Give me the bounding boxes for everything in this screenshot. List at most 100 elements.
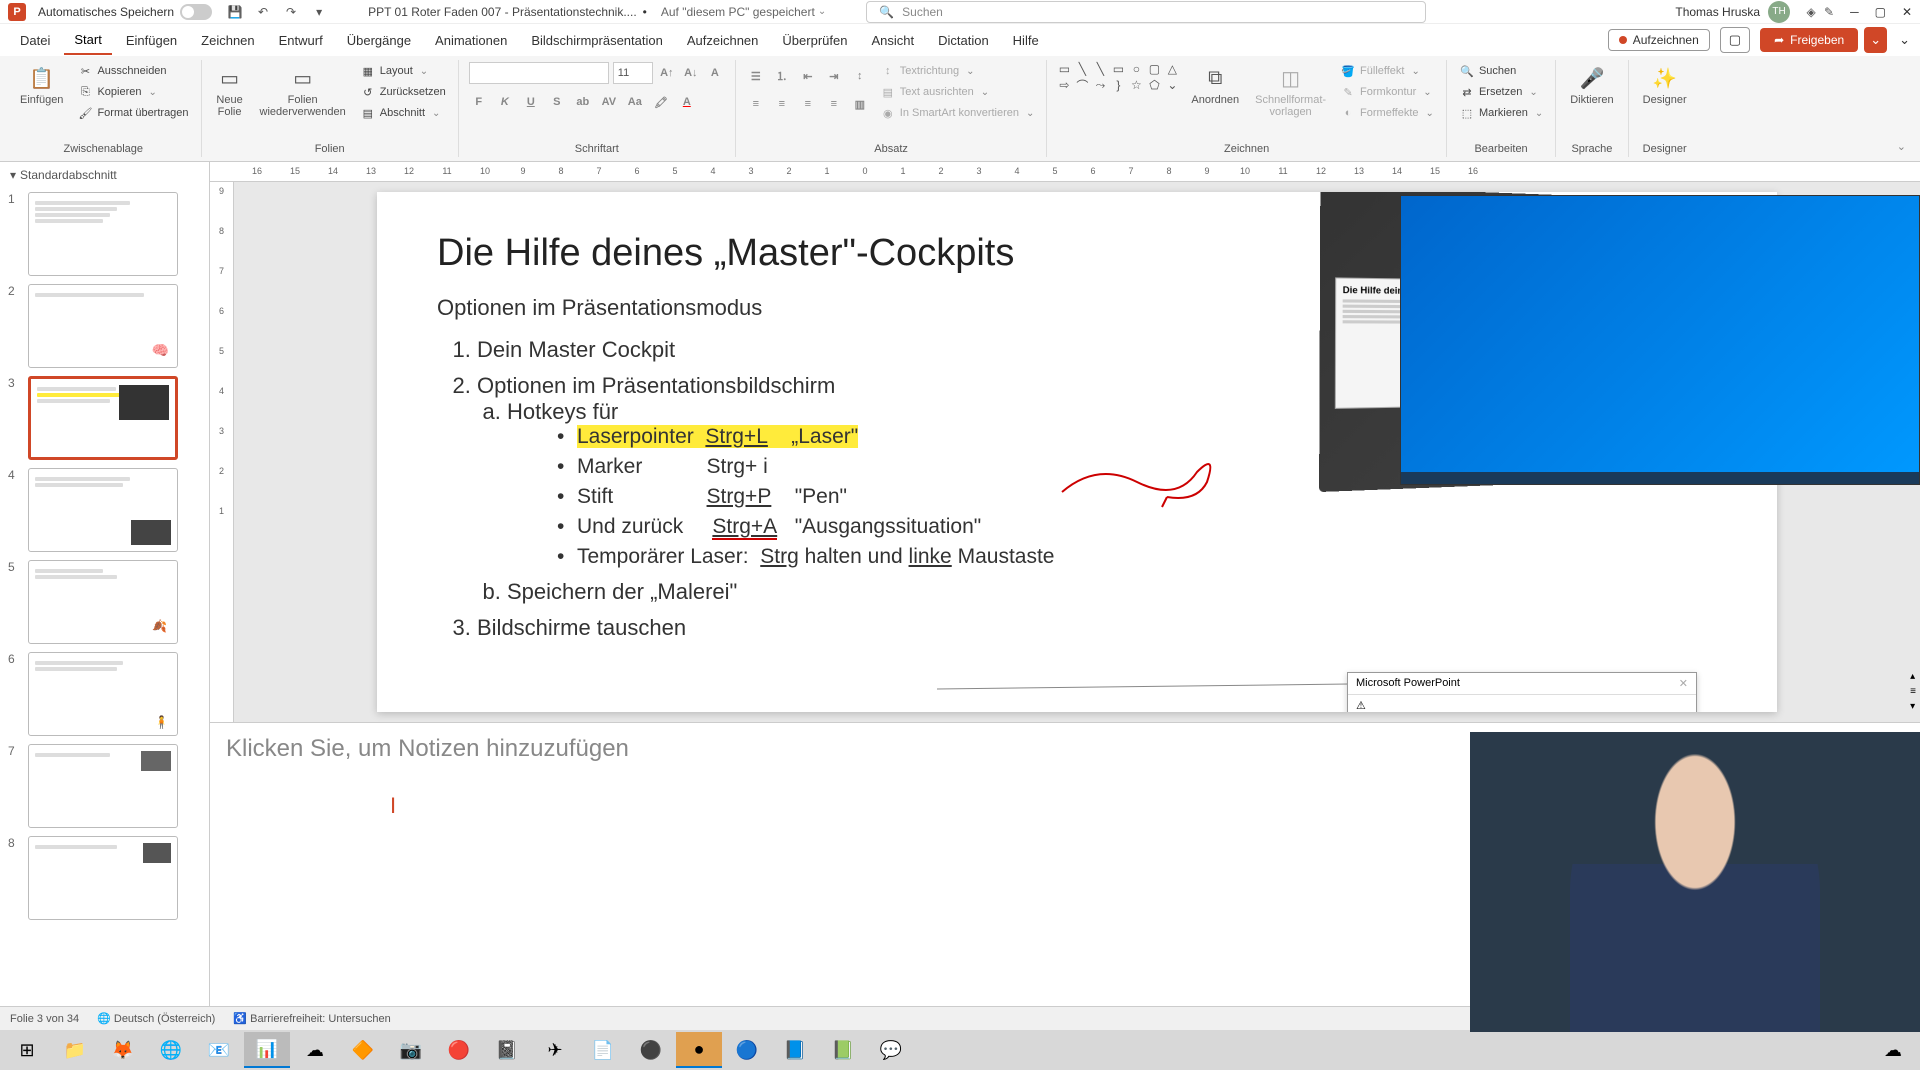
tab-slideshow[interactable]: Bildschirmpräsentation — [521, 27, 673, 54]
dialog-mock[interactable]: Microsoft PowerPoint✕ ⚠ — [1347, 672, 1697, 712]
thumbnail-8[interactable] — [28, 836, 178, 920]
bold-icon[interactable]: F — [469, 92, 489, 112]
shape-curve-icon[interactable]: ⌒ — [1075, 78, 1089, 92]
spacing-icon[interactable]: AV — [599, 92, 619, 112]
scroll-indicator-icon[interactable]: ≡ — [1910, 686, 1916, 697]
tab-start[interactable]: Start — [64, 26, 111, 55]
numbering-icon[interactable]: ⒈ — [772, 66, 792, 86]
list-item[interactable]: Bildschirme tauschen — [477, 615, 1717, 641]
onenote-icon[interactable]: 📓 — [484, 1032, 530, 1068]
bullets-icon[interactable]: ☰ — [746, 66, 766, 86]
shape-brace-icon[interactable]: } — [1111, 78, 1125, 92]
quick-styles-button[interactable]: ◫Schnellformat- vorlagen — [1251, 62, 1330, 120]
slide-counter[interactable]: Folie 3 von 34 — [10, 1013, 79, 1025]
recording-icon[interactable]: ● — [676, 1032, 722, 1068]
thumbnail-3[interactable] — [28, 376, 178, 460]
share-button[interactable]: ➦Freigeben — [1760, 28, 1858, 52]
list-item[interactable]: Speichern der „Malerei" — [507, 579, 1717, 605]
share-menu-button[interactable]: ⌄ — [1864, 27, 1887, 53]
word-icon[interactable]: 📘 — [772, 1032, 818, 1068]
shape-star-icon[interactable]: ☆ — [1129, 78, 1143, 92]
excel-icon[interactable]: 📗 — [820, 1032, 866, 1068]
font-name-input[interactable] — [469, 62, 609, 84]
toggle-switch[interactable] — [180, 4, 212, 20]
tab-draw[interactable]: Zeichnen — [191, 27, 264, 54]
tray-icon[interactable]: ☁ — [1870, 1032, 1916, 1068]
collapse-ribbon-icon[interactable]: ⌄ — [1899, 32, 1910, 48]
autosave-toggle[interactable]: Automatisches Speichern — [38, 4, 212, 20]
start-show-icon[interactable]: ▾ — [310, 3, 328, 21]
tab-view[interactable]: Ansicht — [861, 27, 924, 54]
section-button[interactable]: ▤Abschnitt⌄ — [358, 104, 448, 122]
font-color-icon[interactable]: A — [677, 92, 697, 112]
case-icon[interactable]: Aa — [625, 92, 645, 112]
slide-thumbnails-panel[interactable]: ▾ Standardabschnitt 1 2🧠 3 4 5🍂 6🧍 7 8 — [0, 162, 210, 1006]
justify-icon[interactable]: ≡ — [824, 94, 844, 114]
ribbon-options-icon[interactable]: ⌄ — [1889, 136, 1914, 157]
align-right-icon[interactable]: ≡ — [798, 94, 818, 114]
app-icon[interactable]: ☁ — [292, 1032, 338, 1068]
thumbnail-5[interactable]: 🍂 — [28, 560, 178, 644]
shape-rect-icon[interactable]: ▭ — [1057, 62, 1071, 76]
tab-dictation[interactable]: Dictation — [928, 27, 999, 54]
tryout-icon[interactable]: ✎ — [1820, 3, 1838, 21]
accessibility-status[interactable]: ♿ Barrierefreiheit: Untersuchen — [233, 1012, 390, 1025]
maximize-icon[interactable]: ▢ — [1875, 5, 1886, 19]
arrange-button[interactable]: ⧉Anordnen — [1187, 62, 1243, 108]
search-box[interactable]: 🔍 Suchen — [866, 1, 1426, 23]
firefox-icon[interactable]: 🦊 — [100, 1032, 146, 1068]
account-button[interactable]: Thomas Hruska TH — [1675, 1, 1790, 23]
shrink-font-icon[interactable]: A↓ — [681, 63, 701, 83]
align-text-button[interactable]: ▤Text ausrichten⌄ — [878, 83, 1037, 101]
tab-design[interactable]: Entwurf — [269, 27, 333, 54]
app-icon[interactable]: 📄 — [580, 1032, 626, 1068]
minimize-icon[interactable]: ─ — [1850, 5, 1859, 19]
paste-button[interactable]: 📋Einfügen — [16, 62, 67, 108]
dictate-button[interactable]: 🎤Diktieren — [1566, 62, 1617, 108]
shapes-gallery[interactable]: ▭╲╲▭○▢△ ⇨⌒⤳}☆⬠⌄ — [1057, 62, 1179, 92]
start-button[interactable]: ⊞ — [4, 1032, 50, 1068]
app-icon[interactable]: 🔴 — [436, 1032, 482, 1068]
undo-icon[interactable]: ↶ — [254, 3, 272, 21]
record-button[interactable]: Aufzeichnen — [1608, 29, 1710, 51]
indent-inc-icon[interactable]: ⇥ — [824, 66, 844, 86]
close-icon[interactable]: ✕ — [1679, 677, 1688, 690]
italic-icon[interactable]: K — [495, 92, 515, 112]
obs-icon[interactable]: ⚫ — [628, 1032, 674, 1068]
designer-button[interactable]: ✨Designer — [1639, 62, 1691, 108]
select-button[interactable]: ⬚Markieren⌄ — [1457, 104, 1545, 122]
redo-icon[interactable]: ↷ — [282, 3, 300, 21]
thumbnail-1[interactable] — [28, 192, 178, 276]
shape-more-icon[interactable]: ⌄ — [1165, 78, 1179, 92]
chevron-down-icon[interactable]: ⌄ — [818, 6, 826, 17]
save-icon[interactable]: 💾 — [226, 3, 244, 21]
shape-line2-icon[interactable]: ╲ — [1093, 62, 1107, 76]
vlc-icon[interactable]: 🔶 — [340, 1032, 386, 1068]
align-left-icon[interactable]: ≡ — [746, 94, 766, 114]
app-icon[interactable]: 💬 — [868, 1032, 914, 1068]
section-header[interactable]: ▾ Standardabschnitt — [0, 162, 209, 188]
new-slide-button[interactable]: ▭Neue Folie — [212, 62, 248, 120]
shadow-icon[interactable]: ab — [573, 92, 593, 112]
tab-animations[interactable]: Animationen — [425, 27, 517, 54]
layout-button[interactable]: ▦Layout⌄ — [358, 62, 448, 80]
line-spacing-icon[interactable]: ↕ — [850, 66, 870, 86]
tab-help[interactable]: Hilfe — [1003, 27, 1049, 54]
app-icon[interactable]: 🔵 — [724, 1032, 770, 1068]
tab-transitions[interactable]: Übergänge — [337, 27, 421, 54]
saved-status[interactable]: Auf "diesem PC" gespeichert — [661, 5, 815, 19]
shape-poly-icon[interactable]: ⬠ — [1147, 78, 1161, 92]
shape-tri-icon[interactable]: △ — [1165, 62, 1179, 76]
diamond-icon[interactable]: ◈ — [1802, 3, 1820, 21]
shape-rounded-icon[interactable]: ▢ — [1147, 62, 1161, 76]
font-size-input[interactable] — [613, 62, 653, 84]
underline-icon[interactable]: U — [521, 92, 541, 112]
telegram-icon[interactable]: ✈ — [532, 1032, 578, 1068]
thumbnail-2[interactable]: 🧠 — [28, 284, 178, 368]
powerpoint-icon[interactable]: 📊 — [244, 1032, 290, 1068]
thumbnail-4[interactable] — [28, 468, 178, 552]
indent-dec-icon[interactable]: ⇤ — [798, 66, 818, 86]
tab-insert[interactable]: Einfügen — [116, 27, 187, 54]
thumbnail-7[interactable] — [28, 744, 178, 828]
outline-button[interactable]: ✎Formkontur⌄ — [1338, 83, 1436, 101]
